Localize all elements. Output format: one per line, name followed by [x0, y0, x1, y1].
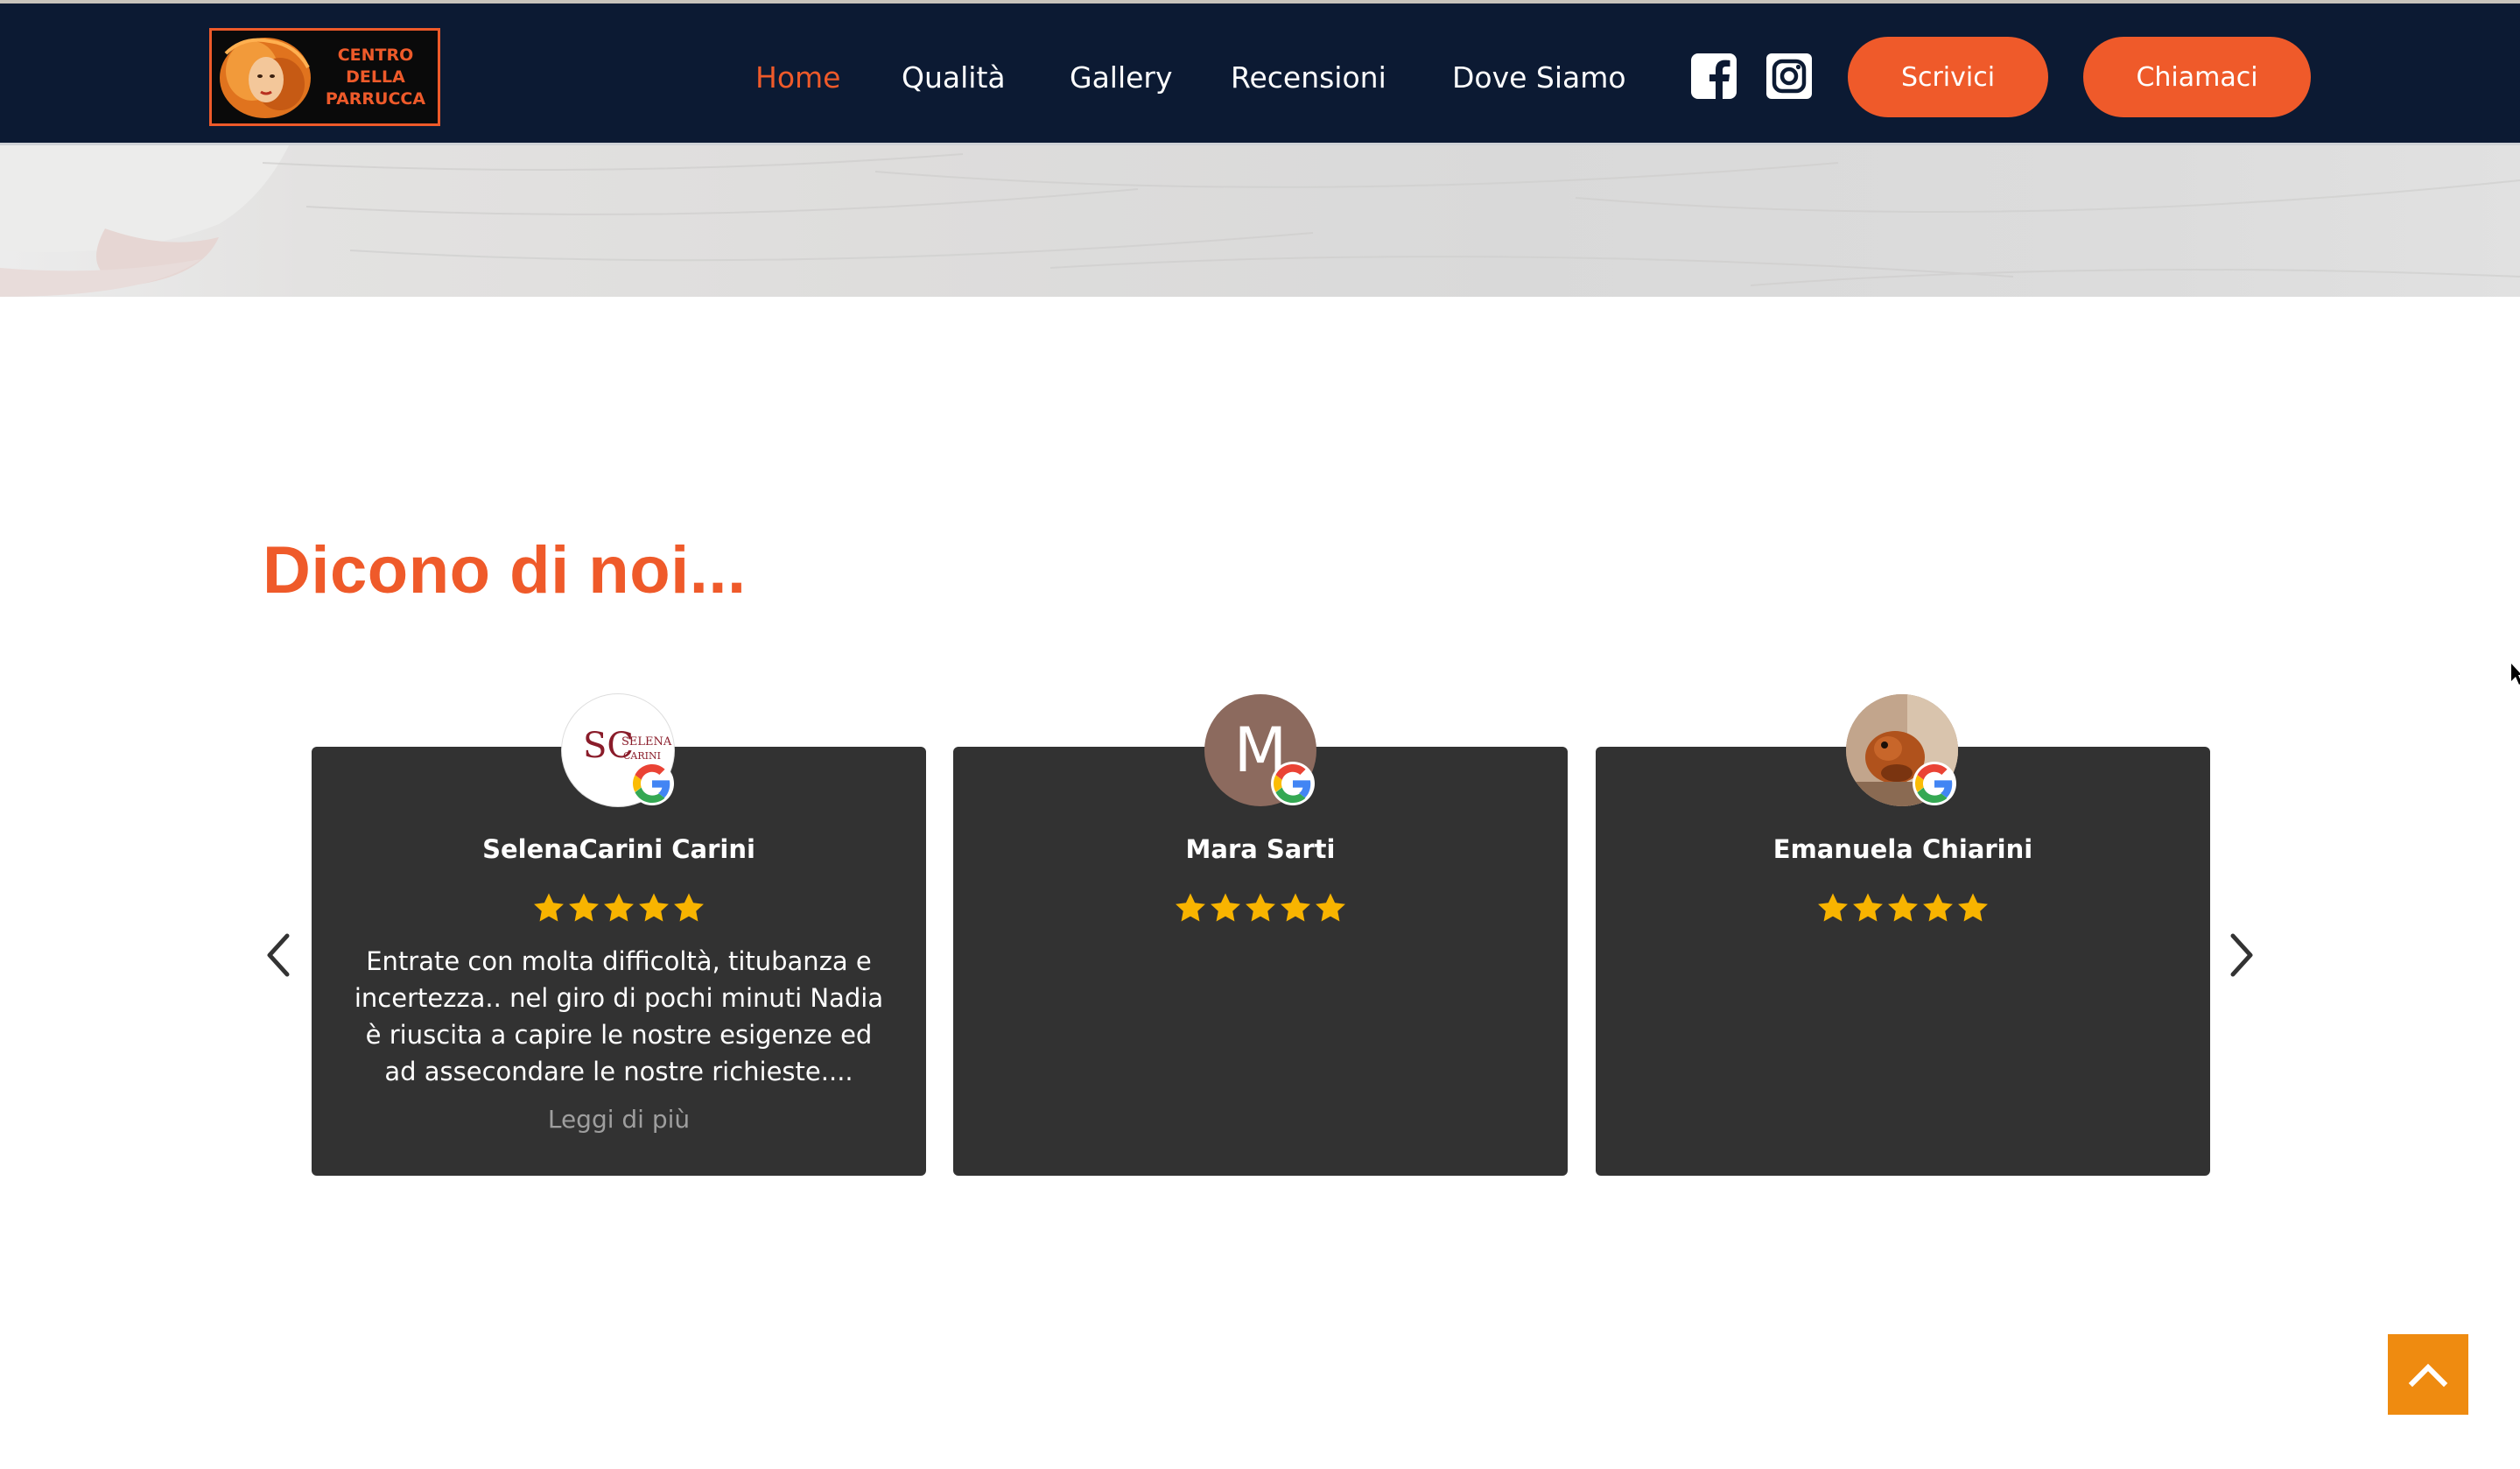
star-icon — [1818, 893, 1848, 922]
carousel-next-button[interactable] — [2221, 931, 2259, 980]
star-icon — [1853, 893, 1883, 922]
reviewer-name: SelenaCarini Carini — [482, 834, 755, 864]
chevron-up-icon — [2408, 1363, 2448, 1388]
google-badge — [630, 762, 674, 805]
site-header: CENTRO DELLA PARRUCCA Home Qualità Galle… — [0, 0, 2520, 145]
site-logo[interactable]: CENTRO DELLA PARRUCCA — [209, 28, 440, 126]
google-badge — [1913, 762, 1956, 805]
star-icon — [639, 893, 669, 922]
star-icon — [534, 893, 564, 922]
nav-link-home[interactable]: Home — [755, 60, 840, 95]
nav-link-dove-siamo[interactable]: Dove Siamo — [1452, 60, 1626, 95]
star-icon — [569, 893, 599, 922]
read-more-link[interactable]: Leggi di più — [312, 1105, 926, 1134]
logo-line-1: CENTRO — [337, 46, 414, 65]
star-icon — [1281, 893, 1310, 922]
nav-item-home[interactable]: Home — [755, 57, 840, 97]
mouse-cursor-icon — [2511, 664, 2520, 685]
google-icon — [1274, 764, 1311, 803]
facebook-icon[interactable] — [1690, 53, 1737, 100]
nav-link-qualita[interactable]: Qualità — [902, 60, 1006, 95]
chiamaci-button[interactable]: Chiamaci — [2083, 37, 2311, 117]
hero-background-image — [0, 145, 2520, 297]
nav-link-recensioni[interactable]: Recensioni — [1231, 60, 1386, 95]
star-icon — [674, 893, 704, 922]
nav-item-gallery[interactable]: Gallery — [1070, 57, 1173, 97]
review-card — [953, 747, 1568, 1176]
logo-face-image — [220, 38, 311, 118]
star-icon — [1316, 893, 1345, 922]
star-icon — [1176, 893, 1205, 922]
nav-item-qualita[interactable]: Qualità — [902, 57, 1006, 97]
chevron-right-icon — [2230, 933, 2253, 977]
rating-stars — [1596, 891, 2210, 924]
google-badge — [1271, 762, 1315, 805]
star-icon — [604, 893, 634, 922]
star-icon — [1923, 893, 1953, 922]
avatar-logo-line-1: SELENA — [621, 735, 672, 749]
star-icon — [1246, 893, 1275, 922]
logo-text: CENTRO DELLA PARRUCCA — [315, 45, 436, 110]
google-icon — [633, 764, 670, 803]
reviewer-name: Emanuela Chiarini — [1772, 834, 2033, 864]
rating-stars — [312, 891, 926, 924]
back-to-top-button[interactable] — [2388, 1334, 2468, 1415]
nav-item-dove-siamo[interactable]: Dove Siamo — [1452, 57, 1626, 97]
reviewer-name: Mara Sarti — [1185, 834, 1336, 864]
instagram-icon[interactable] — [1765, 53, 1813, 100]
star-icon — [1211, 893, 1240, 922]
reviews-section-title: Dicono di noi... — [263, 533, 747, 608]
logo-line-2: DELLA — [346, 67, 405, 87]
scrivici-button[interactable]: Scrivici — [1848, 37, 2048, 117]
carousel-prev-button[interactable] — [261, 931, 299, 980]
review-card — [1596, 747, 2210, 1176]
google-icon — [1915, 764, 1953, 803]
review-text: Entrate con molta difficoltà, titubanza … — [354, 946, 884, 1086]
logo-line-3: PARRUCCA — [325, 89, 426, 109]
nav-item-recensioni[interactable]: Recensioni — [1231, 57, 1386, 97]
star-icon — [1958, 893, 1988, 922]
nav-link-gallery[interactable]: Gallery — [1070, 60, 1173, 95]
rating-stars — [953, 891, 1568, 924]
avatar-logo-line-2: CARINI — [623, 750, 661, 762]
hero-image-strip — [0, 145, 2520, 297]
chevron-left-icon — [267, 933, 290, 977]
star-icon — [1888, 893, 1918, 922]
